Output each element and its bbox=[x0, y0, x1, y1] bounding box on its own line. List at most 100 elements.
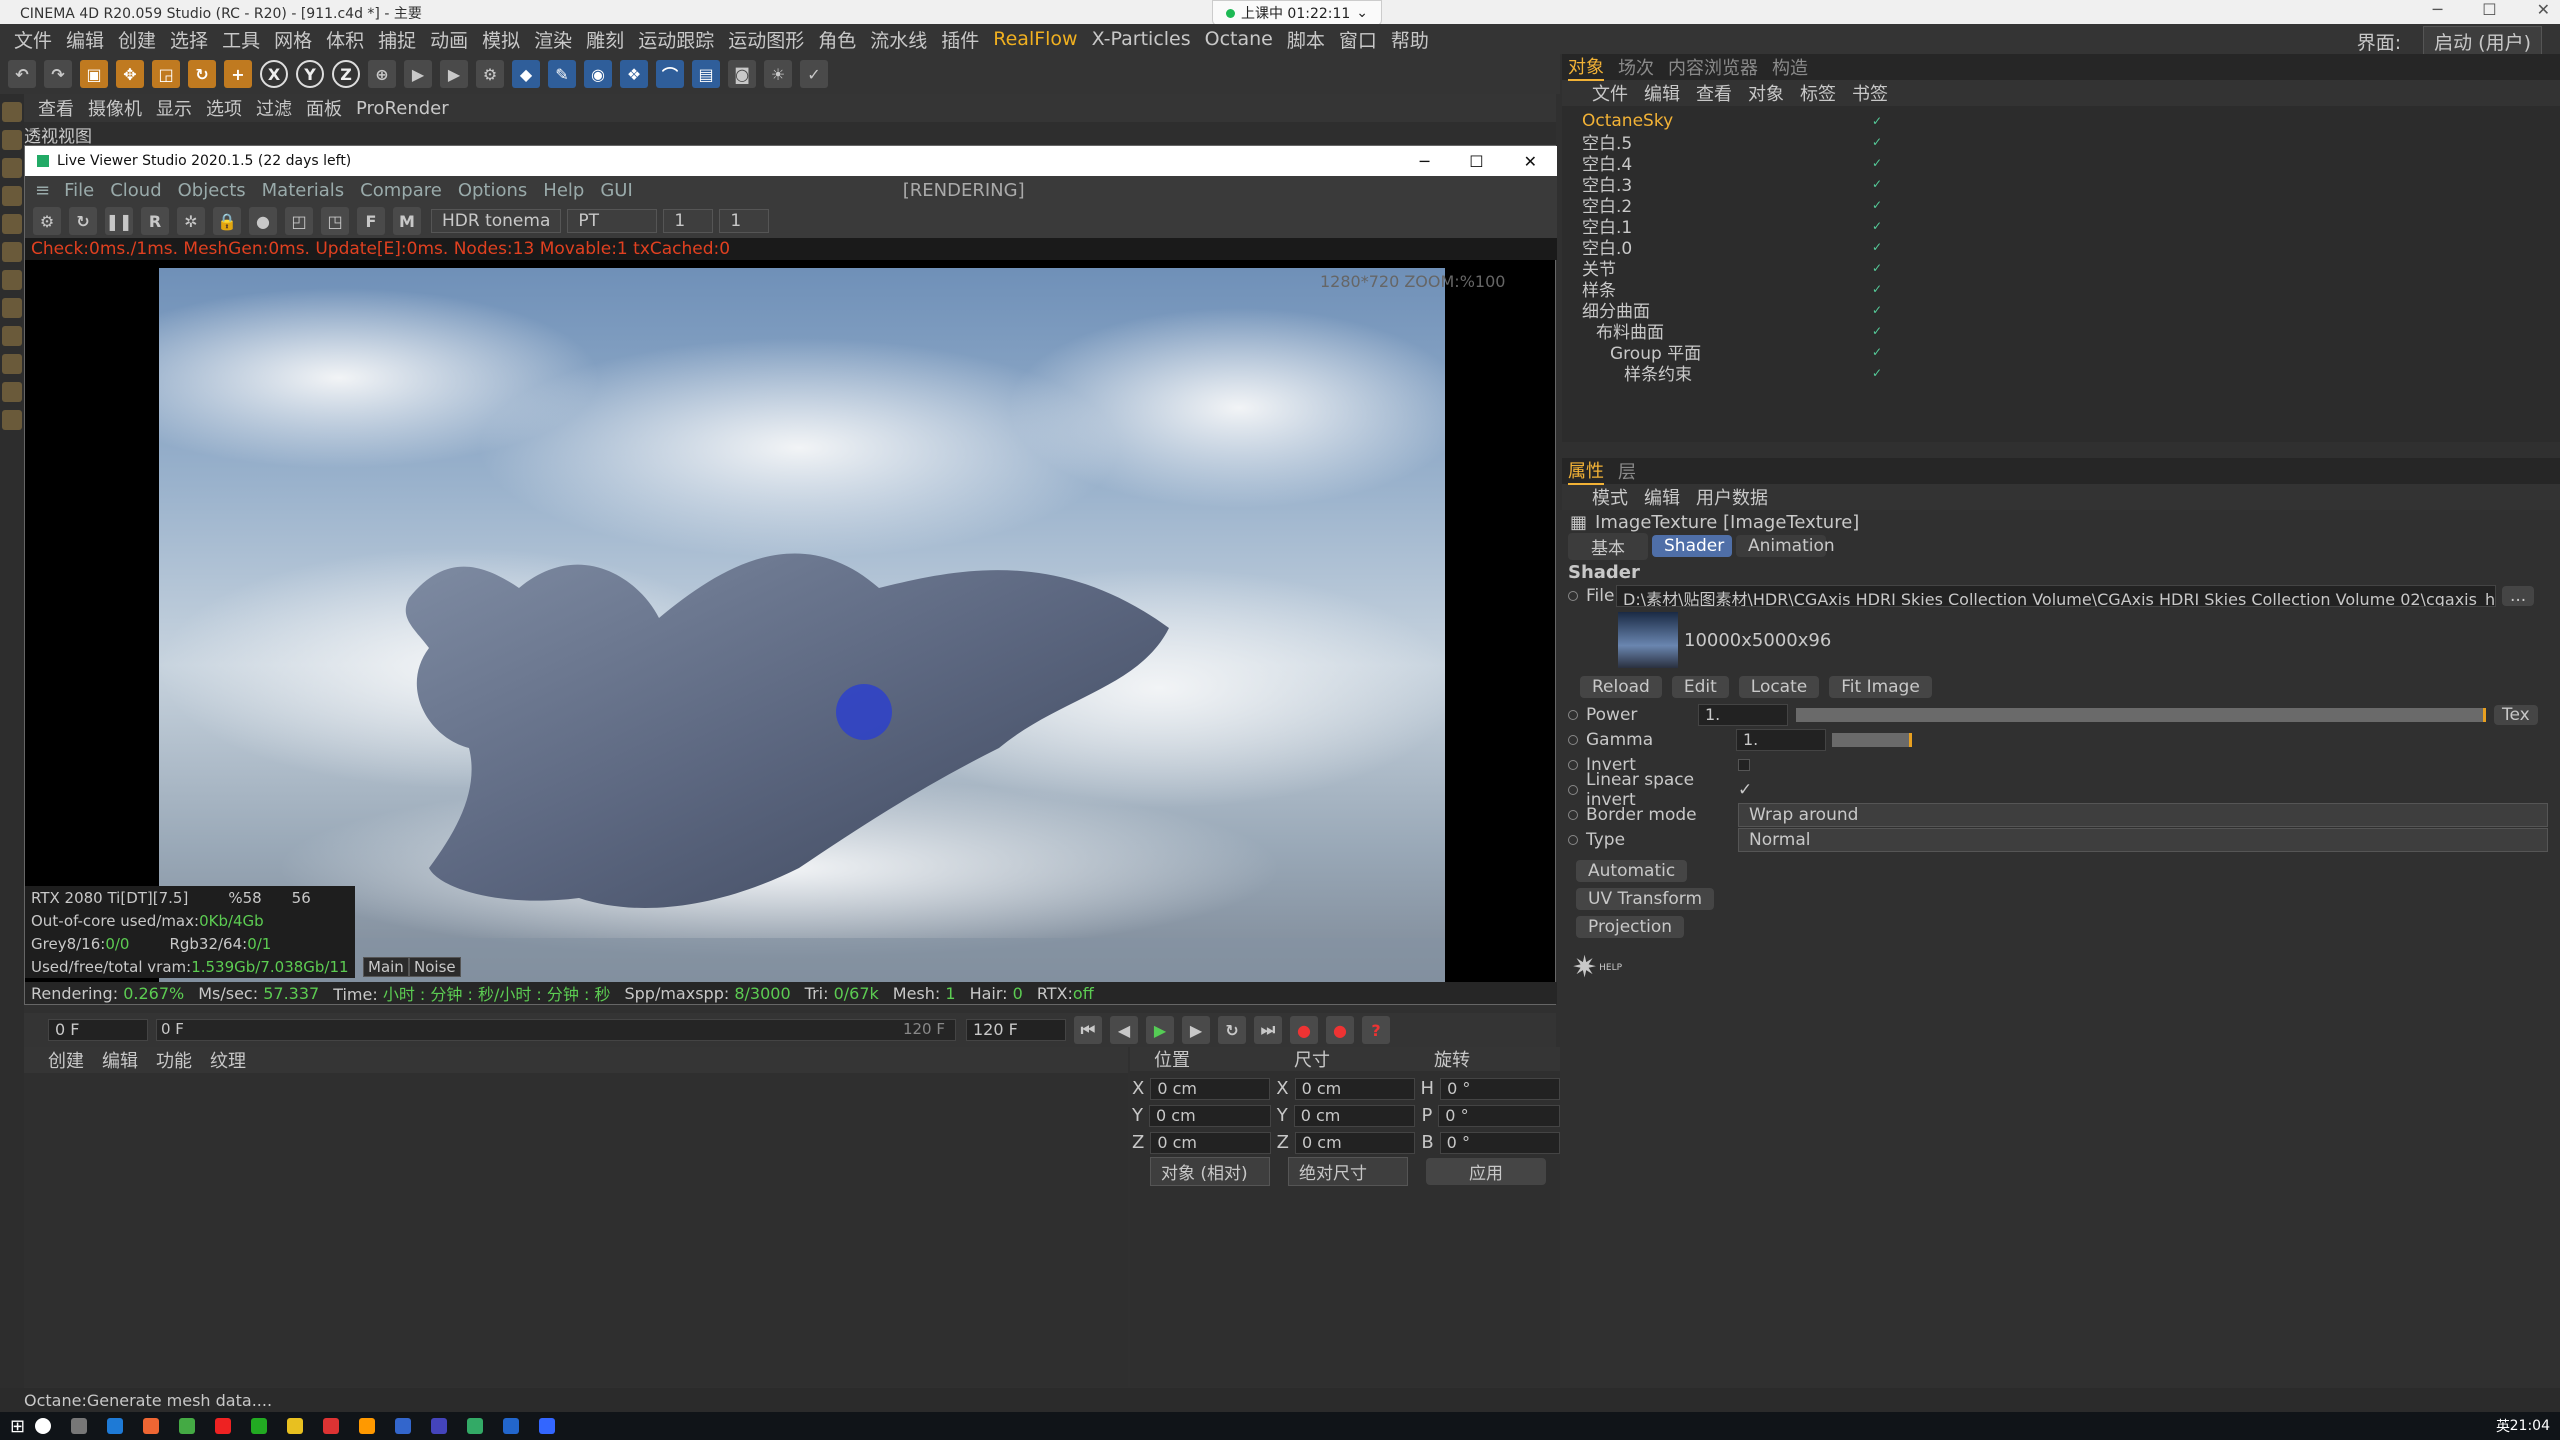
menu-octane[interactable]: Octane bbox=[1205, 28, 1273, 50]
windows-start-icon[interactable]: ⊞ bbox=[10, 1416, 25, 1437]
render-settings-icon[interactable]: ⚙ bbox=[476, 60, 504, 88]
model-mode-icon[interactable] bbox=[2, 130, 22, 150]
menu-script[interactable]: 脚本 bbox=[1287, 26, 1325, 53]
axis-mode-icon[interactable] bbox=[2, 298, 22, 318]
invert-checkbox[interactable] bbox=[1738, 758, 1750, 771]
render-view-icon[interactable]: ▶ bbox=[404, 60, 432, 88]
wechat-icon[interactable] bbox=[251, 1418, 268, 1434]
lock-icon[interactable]: 🔒 bbox=[213, 207, 241, 235]
gamma-slider[interactable] bbox=[1832, 732, 1912, 747]
record-icon[interactable]: ● bbox=[1290, 1016, 1318, 1044]
octane-logo-icon[interactable]: ✷ bbox=[1572, 950, 1597, 985]
aftereffects-icon[interactable] bbox=[431, 1418, 448, 1434]
menu-snap[interactable]: 捕捉 bbox=[378, 26, 416, 53]
close-icon[interactable]: ✕ bbox=[2537, 0, 2550, 19]
keyframe-help-icon[interactable]: ? bbox=[1362, 1016, 1390, 1044]
app-icon[interactable] bbox=[143, 1418, 160, 1434]
menu-select[interactable]: 选择 bbox=[170, 26, 208, 53]
viewport-menu-filter[interactable]: 过滤 bbox=[256, 95, 292, 121]
task-view-icon[interactable] bbox=[71, 1418, 88, 1434]
edge-icon[interactable] bbox=[107, 1418, 124, 1434]
keyframe-dot-icon[interactable] bbox=[1568, 784, 1578, 795]
cinema4d-icon[interactable] bbox=[503, 1418, 520, 1434]
subdivision-icon[interactable]: ◉ bbox=[584, 60, 612, 88]
object-row[interactable]: OctaneSky ✓ bbox=[1562, 110, 2560, 131]
send-scene-icon[interactable]: ⚙ bbox=[33, 207, 61, 235]
object-row[interactable]: 空白.3 ✓ bbox=[1562, 173, 2560, 196]
maximize-icon[interactable]: ☐ bbox=[2482, 0, 2496, 19]
menu-render[interactable]: 渲染 bbox=[534, 26, 572, 53]
last-frame-icon[interactable]: ⏭ bbox=[1254, 1016, 1282, 1044]
object-row[interactable]: 样条约束 ✓ bbox=[1562, 362, 2560, 385]
lv-minimize-icon[interactable]: ─ bbox=[1420, 152, 1430, 171]
menu-realflow[interactable]: RealFlow bbox=[993, 28, 1077, 50]
polygons-mode-icon[interactable] bbox=[2, 270, 22, 290]
object-row[interactable]: 细分曲面 ✓ bbox=[1562, 299, 2560, 322]
om-menu-objects[interactable]: 对象 bbox=[1748, 80, 1784, 106]
object-row[interactable]: 空白.2 ✓ bbox=[1562, 194, 2560, 217]
menu-animate[interactable]: 动画 bbox=[430, 26, 468, 53]
visibility-icon[interactable]: ✓ bbox=[1872, 282, 1882, 296]
visibility-icon[interactable]: ✓ bbox=[1872, 366, 1882, 380]
visibility-icon[interactable]: ✓ bbox=[1872, 219, 1882, 233]
object-row[interactable]: Group 平面 ✓ bbox=[1562, 341, 2560, 364]
lv-close-icon[interactable]: ✕ bbox=[1524, 152, 1537, 171]
lv-menu-gui[interactable]: GUI bbox=[600, 180, 632, 201]
illustrator-icon[interactable] bbox=[359, 1418, 376, 1434]
om-menu-file[interactable]: 文件 bbox=[1592, 80, 1628, 106]
loop-icon[interactable]: ↻ bbox=[1218, 1016, 1246, 1044]
coord-mode-dropdown[interactable]: 对象 (相对) bbox=[1150, 1156, 1270, 1186]
prev-key-icon[interactable]: ◀ bbox=[1110, 1016, 1138, 1044]
mat-menu-edit[interactable]: 编辑 bbox=[102, 1047, 138, 1073]
points-mode-icon[interactable] bbox=[2, 214, 22, 234]
input-language[interactable]: 英 bbox=[2496, 1416, 2510, 1436]
lv-menu-materials[interactable]: Materials bbox=[262, 180, 345, 201]
keyframe-dot-icon[interactable] bbox=[1568, 809, 1578, 820]
texture-mode-icon[interactable] bbox=[2, 158, 22, 178]
macro-icon[interactable]: M bbox=[393, 207, 421, 235]
object-row[interactable]: 关节 ✓ bbox=[1562, 257, 2560, 280]
lv-maximize-icon[interactable]: ☐ bbox=[1469, 152, 1483, 171]
om-menu-tags[interactable]: 标签 bbox=[1800, 80, 1836, 106]
menu-motion-tracking[interactable]: 运动跟踪 bbox=[638, 26, 714, 53]
om-menu-bookmarks[interactable]: 书签 bbox=[1852, 80, 1888, 106]
menu-character[interactable]: 角色 bbox=[818, 26, 856, 53]
recording-indicator[interactable]: 上课中 01:22:11 ⌄ bbox=[1212, 0, 1382, 26]
lv-menu-objects[interactable]: Objects bbox=[178, 180, 246, 201]
z-axis-toggle[interactable]: Z bbox=[332, 60, 360, 88]
menu-window[interactable]: 窗口 bbox=[1339, 26, 1377, 53]
rotate-icon[interactable]: ↻ bbox=[188, 60, 216, 88]
viewport-menu-display[interactable]: 显示 bbox=[156, 95, 192, 121]
sphere-icon[interactable]: ● bbox=[249, 207, 277, 235]
fit-image-button[interactable]: Fit Image bbox=[1829, 676, 1932, 698]
autokey-icon[interactable]: ● bbox=[1326, 1016, 1354, 1044]
mat-menu-texture[interactable]: 纹理 bbox=[210, 1047, 246, 1073]
menu-mograph[interactable]: 运动图形 bbox=[728, 26, 804, 53]
projection-group[interactable]: Projection bbox=[1576, 916, 1685, 938]
tab-main[interactable]: Main bbox=[363, 956, 409, 977]
viewport-menu-cameras[interactable]: 摄像机 bbox=[88, 95, 142, 121]
redo-icon[interactable]: ↷ bbox=[44, 60, 72, 88]
app-icon[interactable] bbox=[179, 1418, 196, 1434]
pos-z-field[interactable]: 0 cm bbox=[1150, 1131, 1271, 1154]
tonemap-dropdown[interactable]: HDR tonema bbox=[431, 209, 562, 233]
lv-menu-cloud[interactable]: Cloud bbox=[110, 180, 161, 201]
menu-create[interactable]: 创建 bbox=[118, 26, 156, 53]
lv-menu-compare[interactable]: Compare bbox=[360, 180, 442, 201]
menu-help[interactable]: 帮助 bbox=[1391, 26, 1429, 53]
value-field-2[interactable]: 1 bbox=[719, 209, 770, 233]
size-y-field[interactable]: 0 cm bbox=[1293, 1104, 1416, 1127]
restart-render-icon[interactable]: ↻ bbox=[69, 207, 97, 235]
pos-y-field[interactable]: 0 cm bbox=[1149, 1104, 1271, 1127]
menu-xparticles[interactable]: X-Particles bbox=[1092, 28, 1191, 50]
visibility-icon[interactable]: ✓ bbox=[1872, 114, 1882, 128]
keyframe-dot-icon[interactable] bbox=[1568, 591, 1578, 601]
keyframe-dot-icon[interactable] bbox=[1568, 834, 1578, 845]
object-row[interactable]: 空白.0 ✓ bbox=[1562, 236, 2560, 259]
linear-checkbox[interactable]: ✓ bbox=[1738, 780, 1752, 800]
uv-transform-group[interactable]: UV Transform bbox=[1576, 888, 1715, 910]
power-slider[interactable] bbox=[1796, 707, 2486, 722]
menu-sculpt[interactable]: 雕刻 bbox=[586, 26, 624, 53]
app-icon[interactable] bbox=[323, 1418, 340, 1434]
menu-volume[interactable]: 体积 bbox=[326, 26, 364, 53]
